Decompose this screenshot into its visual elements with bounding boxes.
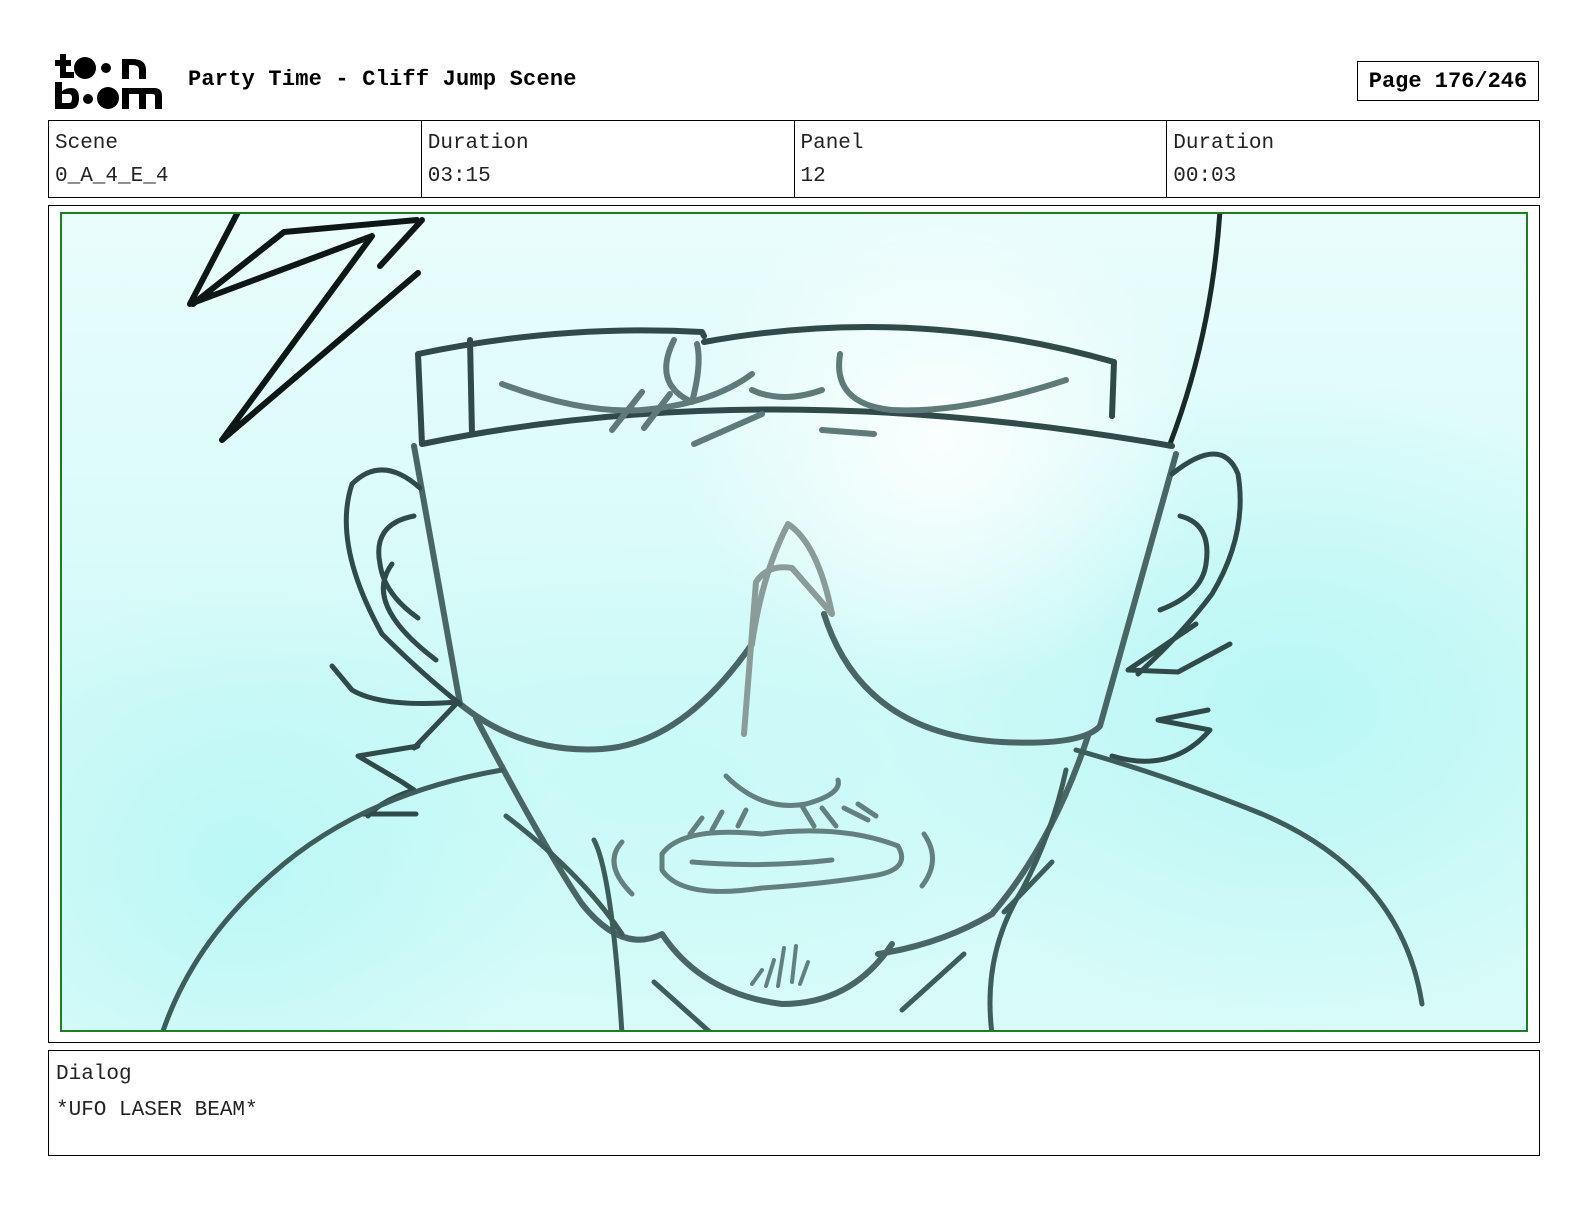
right-ear-sketch	[1135, 451, 1243, 677]
headband-sketch	[415, 323, 1175, 449]
scene-duration-value: 03:15	[427, 165, 491, 188]
toon-boom-logo	[52, 50, 164, 112]
storyboard-panel-frame	[48, 205, 1540, 1043]
panel-duration-value: 00:03	[1173, 165, 1237, 188]
lightning-bolt-sketch	[187, 214, 425, 443]
sunglasses-sketch	[411, 443, 1179, 753]
dialog-label: Dialog	[56, 1063, 132, 1086]
scene-info-table: Scene 0_A_4_E_4 Duration 03:15 Panel 12 …	[48, 120, 1540, 198]
left-ear-sketch	[343, 467, 463, 707]
panel-duration-cell: Duration 00:03	[1167, 121, 1539, 197]
dialog-box: Dialog *UFO LASER BEAM*	[48, 1050, 1540, 1156]
mouth-sketch	[611, 773, 935, 897]
scene-duration-cell: Duration 03:15	[422, 121, 795, 197]
hair-strand-sketch	[1167, 214, 1223, 447]
panel-value: 12	[800, 165, 826, 188]
nose-sketch	[741, 521, 835, 737]
chin-sketch	[750, 944, 810, 988]
panel-cell: Panel 12	[795, 121, 1168, 197]
scene-value: 0_A_4_E_4	[55, 165, 169, 188]
sketch-drawing	[160, 214, 1425, 1030]
page-indicator: Page 176/246	[1357, 61, 1539, 101]
dialog-text: *UFO LASER BEAM*	[56, 1099, 258, 1122]
scene-cell: Scene 0_A_4_E_4	[49, 121, 422, 197]
eyes-sketch	[499, 337, 1069, 447]
storyboard-panel-image	[60, 212, 1528, 1032]
project-title: Party Time - Cliff Jump Scene	[188, 67, 577, 92]
panel-label: Panel	[800, 132, 864, 155]
scene-label: Scene	[55, 132, 119, 155]
scene-duration-label: Duration	[427, 132, 529, 155]
shoulders-sketch	[160, 747, 1425, 1030]
panel-duration-label: Duration	[1173, 132, 1275, 155]
